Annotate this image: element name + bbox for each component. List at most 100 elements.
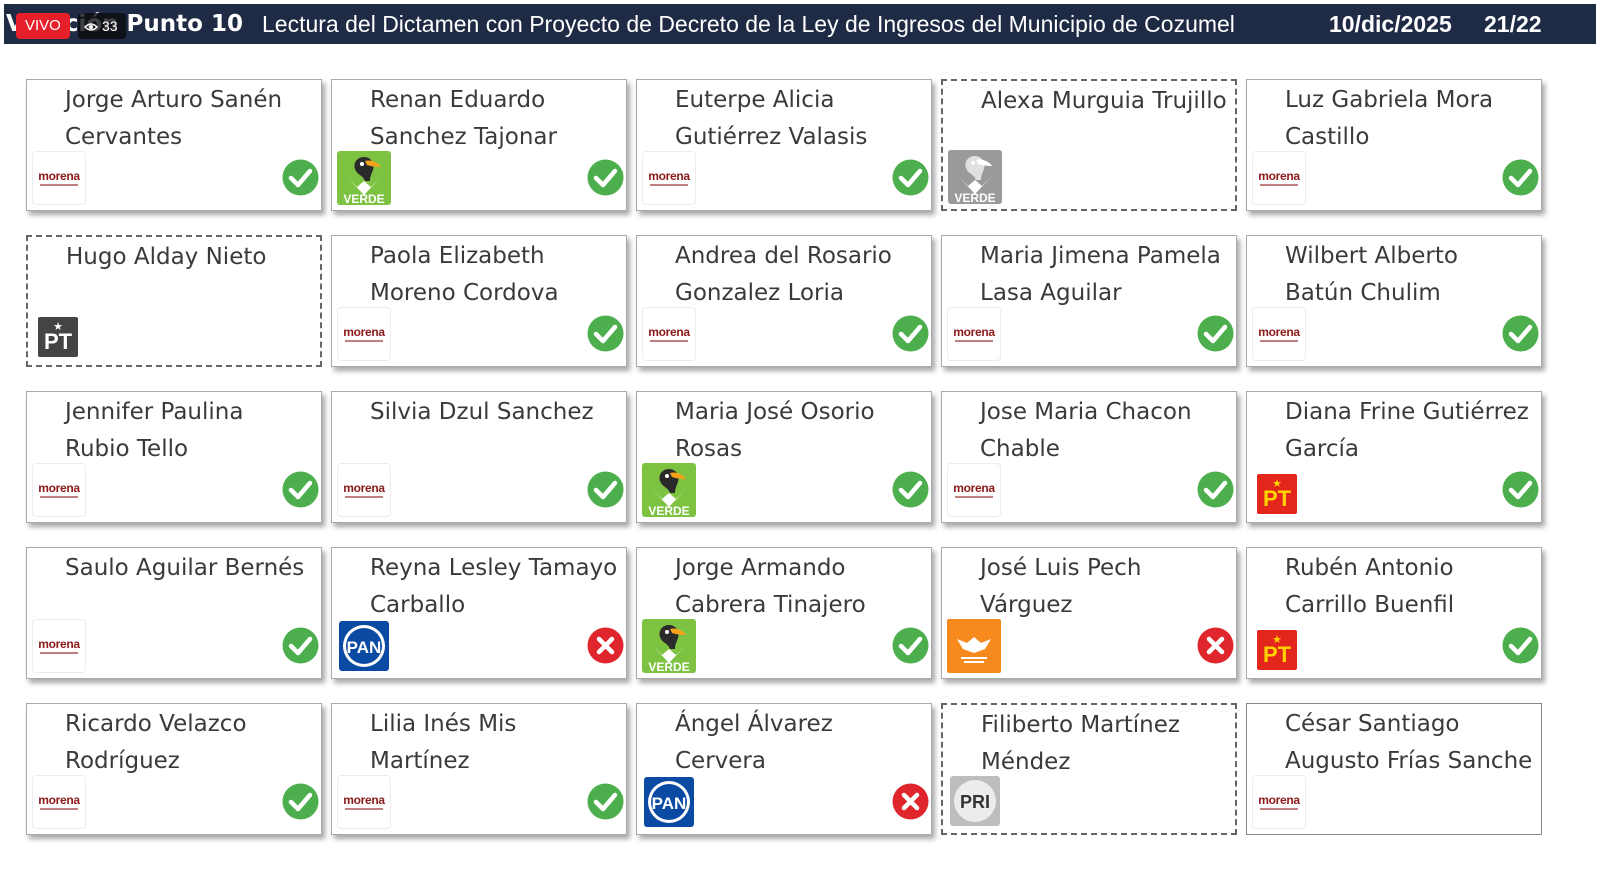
pt-logo: ★ PT bbox=[1257, 474, 1297, 514]
legislator-name: Saulo Aguilar Bernés bbox=[65, 555, 305, 581]
vote-yes-check-icon bbox=[1197, 315, 1234, 352]
legislator-name: Filiberto Martínez Méndez bbox=[981, 712, 1180, 775]
legislator-card: Silvia Dzul Sanchez morena bbox=[331, 391, 627, 523]
legislator-name: Jorge Armando Cabrera Tinajero bbox=[675, 555, 866, 618]
legislator-name: César Santiago Augusto Frías Sanche bbox=[1285, 711, 1533, 774]
legislator-name: Andrea del Rosario Gonzalez Loria bbox=[675, 243, 892, 306]
legislator-card: Euterpe Alicia Gutiérrez Valasis morena bbox=[636, 79, 932, 211]
legislator-name: Maria Jimena Pamela Lasa Aguilar bbox=[980, 243, 1221, 306]
vote-yes-check-icon bbox=[282, 783, 319, 820]
vote-yes-check-icon bbox=[282, 159, 319, 196]
viewer-count: 33 bbox=[102, 18, 118, 34]
svg-text:VERDE: VERDE bbox=[343, 192, 384, 205]
legislator-card: Ángel Álvarez Cervera PAN bbox=[636, 703, 932, 835]
legislator-card: Maria Jimena Pamela Lasa Aguilar morena bbox=[941, 235, 1237, 367]
morena-logo: morena bbox=[1252, 307, 1306, 361]
viewer-count-badge: 33 bbox=[78, 13, 126, 39]
legislator-card: Saulo Aguilar Bernés morena bbox=[26, 547, 322, 679]
legislator-card: Jose Maria Chacon Chable morena bbox=[941, 391, 1237, 523]
legislator-name: Jorge Arturo Sanén Cervantes bbox=[65, 87, 283, 150]
movimiento-ciudadano-logo bbox=[947, 619, 1001, 673]
morena-logo: morena bbox=[642, 151, 696, 205]
morena-logo: morena bbox=[1252, 151, 1306, 205]
legislator-card: Jorge Armando Cabrera Tinajero VERDE bbox=[636, 547, 932, 679]
svg-text:VERDE: VERDE bbox=[648, 660, 689, 673]
legislator-card: Lilia Inés Mis Martínez morena bbox=[331, 703, 627, 835]
legislator-name: Alexa Murguia Trujillo bbox=[981, 88, 1227, 114]
svg-text:PAN: PAN bbox=[347, 638, 382, 657]
toucan-icon: VERDE bbox=[343, 157, 385, 205]
vote-yes-check-icon bbox=[1502, 627, 1539, 664]
partido-verde-logo: VERDE bbox=[337, 151, 391, 205]
toucan-icon: VERDE bbox=[648, 469, 690, 517]
morena-logo: morena bbox=[337, 775, 391, 829]
legislator-card: Andrea del Rosario Gonzalez Loria morena bbox=[636, 235, 932, 367]
legislator-card: Luz Gabriela Mora Castillo morena bbox=[1246, 79, 1542, 211]
legislator-card: Jorge Arturo Sanén Cervantes morena bbox=[26, 79, 322, 211]
pan-logo: PAN bbox=[337, 619, 391, 673]
legislator-card: Wilbert Alberto Batún Chulim morena bbox=[1246, 235, 1542, 367]
legislator-name: Lilia Inés Mis Martínez bbox=[370, 711, 517, 774]
legislator-card: Filiberto Martínez Méndez PRI bbox=[941, 703, 1237, 835]
morena-logo: morena bbox=[642, 307, 696, 361]
legislator-name: Ángel Álvarez Cervera bbox=[675, 711, 833, 774]
legislator-card: César Santiago Augusto Frías Sanche moren… bbox=[1246, 703, 1542, 835]
page-indicator: 21/22 bbox=[1484, 11, 1542, 37]
svg-text:PAN: PAN bbox=[652, 794, 687, 813]
legislator-name: Reyna Lesley Tamayo Carballo bbox=[370, 555, 618, 618]
legislator-name: Luz Gabriela Mora Castillo bbox=[1285, 87, 1494, 150]
vote-yes-check-icon bbox=[892, 471, 929, 508]
legislator-name: Silvia Dzul Sanchez bbox=[370, 399, 594, 425]
vote-yes-check-icon bbox=[892, 627, 929, 664]
header-bar: Votación Punto 10 VIVO 33 Lectura del Di… bbox=[4, 4, 1596, 44]
session-date: 10/dic/2025 bbox=[1329, 11, 1452, 37]
legislator-card: Reyna Lesley Tamayo Carballo PAN bbox=[331, 547, 627, 679]
morena-logo: morena bbox=[947, 463, 1001, 517]
eagle-icon bbox=[957, 637, 991, 663]
legislator-card: Jennifer Paulina Rubio Tello morena bbox=[26, 391, 322, 523]
pt-logo: ★ PT bbox=[1257, 630, 1297, 670]
morena-logo: morena bbox=[32, 151, 86, 205]
legislator-card: Renan Eduardo Sanchez Tajonar VERDE bbox=[331, 79, 627, 211]
svg-text:VERDE: VERDE bbox=[954, 191, 995, 204]
legislator-card: Rubén Antonio Carrillo Buenfil ★ PT bbox=[1246, 547, 1542, 679]
morena-logo: morena bbox=[32, 463, 86, 517]
vote-yes-check-icon bbox=[282, 627, 319, 664]
session-title: Lectura del Dictamen con Proyecto de Dec… bbox=[262, 11, 1235, 37]
morena-logo: morena bbox=[947, 307, 1001, 361]
vote-yes-check-icon bbox=[587, 159, 624, 196]
legislator-card: Paola Elizabeth Moreno Cordova morena bbox=[331, 235, 627, 367]
eye-icon bbox=[84, 23, 98, 32]
vote-no-x-icon bbox=[1197, 627, 1234, 664]
pt-logo: ★ PT bbox=[38, 317, 78, 357]
legislator-name: Wilbert Alberto Batún Chulim bbox=[1285, 243, 1458, 306]
legislator-name: Paola Elizabeth Moreno Cordova bbox=[370, 243, 559, 306]
morena-logo: morena bbox=[32, 619, 86, 673]
legislator-name: Renan Eduardo Sanchez Tajonar bbox=[370, 87, 557, 150]
partido-verde-logo: VERDE bbox=[642, 619, 696, 673]
legislator-name: Jose Maria Chacon Chable bbox=[980, 399, 1192, 462]
vote-yes-check-icon bbox=[892, 159, 929, 196]
legislator-name: Hugo Alday Nieto bbox=[66, 244, 267, 270]
vote-yes-check-icon bbox=[587, 471, 624, 508]
legislator-name: Ricardo Velazco Rodríguez bbox=[65, 711, 247, 774]
vote-yes-check-icon bbox=[282, 471, 319, 508]
vote-yes-check-icon bbox=[892, 315, 929, 352]
legislator-name: Euterpe Alicia Gutiérrez Valasis bbox=[675, 87, 868, 150]
live-badge: VIVO bbox=[16, 13, 70, 39]
legislator-name: Jennifer Paulina Rubio Tello bbox=[65, 399, 244, 462]
vote-yes-check-icon bbox=[1502, 159, 1539, 196]
pri-logo: PRI bbox=[948, 774, 1002, 828]
morena-logo: morena bbox=[1252, 775, 1306, 829]
legislator-name: Diana Frine Gutiérrez García bbox=[1285, 399, 1529, 462]
toucan-icon: VERDE bbox=[648, 625, 690, 673]
legislator-card: Ricardo Velazco Rodríguez morena bbox=[26, 703, 322, 835]
legislator-name: José Luis Pech Várguez bbox=[980, 555, 1142, 618]
partido-verde-logo: VERDE bbox=[948, 150, 1002, 204]
legislator-name: Maria José Osorio Rosas bbox=[675, 399, 875, 462]
pan-logo: PAN bbox=[642, 775, 696, 829]
morena-logo: morena bbox=[32, 775, 86, 829]
vote-no-x-icon bbox=[587, 627, 624, 664]
partido-verde-logo: VERDE bbox=[642, 463, 696, 517]
vote-no-x-icon bbox=[892, 783, 929, 820]
